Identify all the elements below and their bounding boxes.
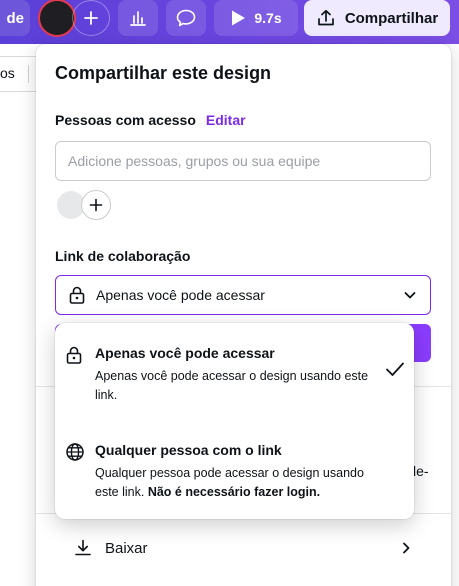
toolbar-partial-button[interactable]: de (0, 0, 30, 36)
plus-icon (84, 11, 98, 25)
add-collaborator-button[interactable] (72, 0, 110, 36)
bar-chart-icon (130, 11, 146, 26)
download-label: Baixar (105, 539, 148, 557)
background-text-fragment: le- (413, 463, 429, 479)
plus-icon (89, 198, 103, 212)
lock-icon (69, 286, 85, 304)
access-option-only-you[interactable]: Apenas você pode acessar Apenas você pod… (65, 345, 405, 407)
option-description: Qualquer pessoa pode acessar o design us… (95, 464, 379, 502)
lock-icon (65, 345, 83, 370)
play-icon (232, 10, 246, 26)
share-button[interactable]: Compartilhar (304, 0, 450, 36)
toolbar-partial-label: de (6, 9, 24, 27)
comments-button[interactable] (166, 0, 206, 36)
option-title: Apenas você pode acessar (95, 345, 275, 361)
access-option-anyone-with-link[interactable]: Qualquer pessoa com o link Qualquer pess… (65, 442, 405, 502)
collab-link-label: Link de colaboração (55, 248, 191, 264)
option-title: Qualquer pessoa com o link (95, 442, 282, 458)
download-icon (75, 539, 91, 556)
access-level-menu: Apenas você pode acessar Apenas você pod… (55, 323, 414, 519)
option-description: Apenas você pode acessar o design usando… (95, 369, 369, 402)
download-option[interactable]: Baixar (73, 537, 413, 559)
people-access-header: Pessoas com acesso Editar (55, 112, 246, 128)
comment-icon (176, 9, 196, 27)
upload-icon (317, 9, 334, 26)
user-avatar[interactable] (38, 0, 76, 37)
globe-icon (65, 442, 85, 467)
option-description-bold: Não é necessário fazer login. (147, 485, 321, 499)
play-duration: 9.7s (254, 10, 282, 26)
background-tab-fragment: os (0, 65, 15, 81)
access-level-select[interactable]: Apenas você pode acessar (55, 275, 431, 315)
add-people-input[interactable] (55, 141, 431, 181)
chevron-down-icon (402, 287, 418, 303)
next-option-partial[interactable] (73, 581, 413, 586)
edit-access-link[interactable]: Editar (206, 112, 246, 128)
add-person-button[interactable] (81, 190, 111, 220)
access-selected-value: Apenas você pode acessar (96, 287, 265, 303)
insights-button[interactable] (118, 0, 158, 36)
check-icon (385, 361, 405, 382)
people-access-label: Pessoas com acesso (55, 112, 196, 128)
background-tab-strip: os (0, 56, 40, 92)
tab-separator (28, 65, 29, 83)
top-toolbar: de 9.7s Compartilhar (0, 0, 459, 44)
present-button[interactable]: 9.7s (214, 0, 298, 36)
share-button-label: Compartilhar (344, 9, 439, 27)
panel-title: Compartilhar este design (55, 63, 272, 83)
chevron-right-icon (399, 541, 413, 555)
